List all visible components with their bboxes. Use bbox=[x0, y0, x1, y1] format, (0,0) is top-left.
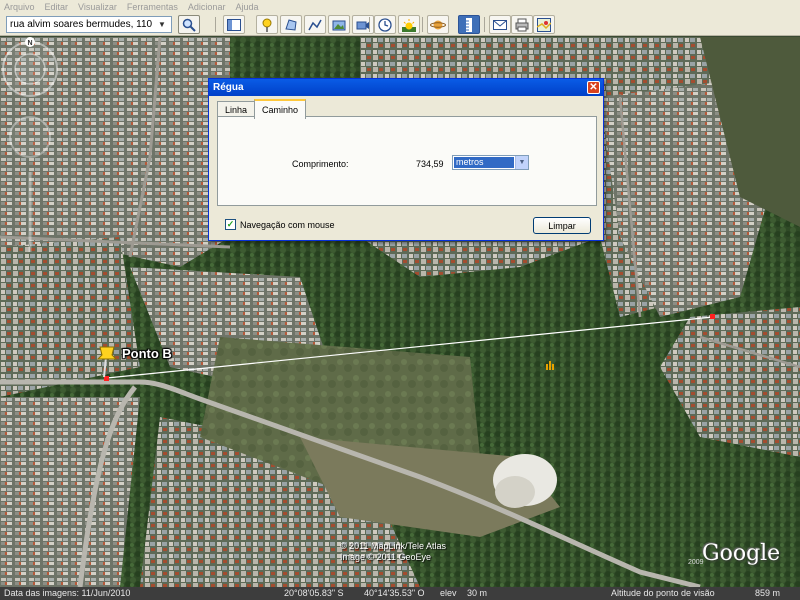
look-around-control[interactable] bbox=[9, 116, 51, 158]
unit-select[interactable]: metros ▼ bbox=[452, 155, 529, 170]
menu-arquivo[interactable]: Arquivo bbox=[4, 2, 35, 12]
planets-icon bbox=[430, 20, 446, 29]
elevation-label: elev bbox=[440, 588, 457, 598]
copyright-line: Image © 2011 GeoEye bbox=[340, 552, 432, 562]
mouse-navigation-option[interactable]: ✓ Navegação com mouse bbox=[225, 219, 335, 230]
tab-panel: Comprimento: 734,59 metros ▼ bbox=[217, 116, 597, 206]
search-field[interactable]: ▼ bbox=[6, 16, 172, 33]
view-in-google-maps-button[interactable] bbox=[533, 15, 555, 34]
sunlight-button[interactable] bbox=[398, 15, 420, 34]
placemark-label[interactable]: Ponto B bbox=[122, 346, 172, 361]
menu-ferramentas[interactable]: Ferramentas bbox=[127, 2, 178, 12]
status-bar: Data das imagens: 11/Jun/2010 20°08'05.8… bbox=[0, 587, 800, 600]
length-value: 734,59 bbox=[416, 159, 444, 169]
image-overlay-icon bbox=[332, 20, 346, 30]
length-label: Comprimento: bbox=[292, 159, 349, 169]
toolbar-separator bbox=[369, 17, 370, 32]
latitude-readout: 20°08'05.83" S bbox=[284, 588, 344, 598]
add-polygon-button[interactable] bbox=[280, 15, 302, 34]
email-button[interactable] bbox=[489, 15, 511, 34]
print-icon bbox=[515, 18, 529, 31]
copyright-line: © 2011 MapLink/Tele Atlas bbox=[340, 541, 447, 551]
add-path-button[interactable] bbox=[304, 15, 326, 34]
imagery-copyright: © 2011 MapLink/Tele Atlas Image © 2011 G… bbox=[340, 541, 446, 563]
ruler-dialog: Régua ✕ Linha Caminho Comprimento: 734,5… bbox=[208, 78, 604, 241]
eye-altitude-label: Altitude do ponto de visão bbox=[611, 588, 715, 598]
toolbar-separator bbox=[484, 17, 485, 32]
search-button[interactable] bbox=[178, 15, 200, 34]
compass-north-label: N bbox=[27, 40, 32, 47]
email-icon bbox=[493, 19, 507, 30]
add-image-overlay-button[interactable] bbox=[328, 15, 350, 34]
ruler-button[interactable] bbox=[458, 15, 480, 34]
add-placemark-button[interactable] bbox=[256, 15, 278, 34]
record-tour-icon bbox=[356, 21, 369, 29]
menu-ajuda[interactable]: Ajuda bbox=[235, 2, 258, 12]
search-icon bbox=[182, 18, 196, 32]
chevron-down-icon[interactable]: ▼ bbox=[155, 17, 169, 32]
path-icon bbox=[308, 19, 322, 30]
toolbar-separator bbox=[215, 17, 216, 32]
close-button[interactable]: ✕ bbox=[587, 81, 600, 94]
polygon-icon bbox=[285, 18, 297, 31]
dialog-titlebar[interactable]: Régua bbox=[209, 79, 603, 96]
elevation-value: 30 m bbox=[467, 588, 488, 598]
historical-imagery-icon bbox=[378, 17, 392, 32]
menu-visualizar[interactable]: Visualizar bbox=[78, 2, 117, 12]
search-input[interactable] bbox=[7, 19, 155, 30]
clear-button[interactable]: Limpar bbox=[533, 217, 591, 234]
tab-caminho[interactable]: Caminho bbox=[254, 99, 307, 119]
menu-adicionar[interactable]: Adicionar bbox=[188, 2, 226, 12]
print-button[interactable] bbox=[511, 15, 533, 34]
google-maps-icon bbox=[537, 17, 551, 32]
ruler-tabs: Linha Caminho bbox=[217, 99, 307, 119]
longitude-readout: 40°14'35.53" O bbox=[364, 588, 425, 598]
ruler-icon bbox=[466, 17, 472, 32]
mouse-navigation-checkbox[interactable]: ✓ bbox=[225, 219, 236, 230]
menu-bar: Arquivo Editar Visualizar Ferramentas Ad… bbox=[0, 0, 800, 14]
close-icon: ✕ bbox=[589, 81, 598, 93]
chevron-down-icon[interactable]: ▼ bbox=[515, 156, 528, 169]
mouse-navigation-label[interactable]: Navegação com mouse bbox=[240, 220, 335, 230]
menu-editar[interactable]: Editar bbox=[45, 2, 69, 12]
unit-select-value: metros bbox=[454, 157, 514, 168]
toolbar-separator bbox=[422, 17, 423, 32]
dialog-title: Régua bbox=[213, 82, 244, 93]
sidebar-toggle-button[interactable] bbox=[223, 15, 245, 34]
google-logo: Google bbox=[702, 541, 781, 566]
sidebar-toggle-icon bbox=[227, 18, 241, 31]
record-tour-button[interactable] bbox=[352, 15, 374, 34]
historical-imagery-button[interactable] bbox=[374, 15, 396, 34]
eye-altitude-value: 859 m bbox=[755, 588, 781, 598]
placemark-pin-icon bbox=[262, 18, 272, 32]
navigation-controls[interactable]: N bbox=[0, 37, 62, 257]
imagery-date: Data das imagens: 11/Jun/2010 bbox=[4, 588, 131, 598]
planets-button[interactable] bbox=[427, 15, 449, 34]
toolbar: ▼ bbox=[0, 14, 800, 36]
sunlight-icon bbox=[402, 18, 416, 32]
